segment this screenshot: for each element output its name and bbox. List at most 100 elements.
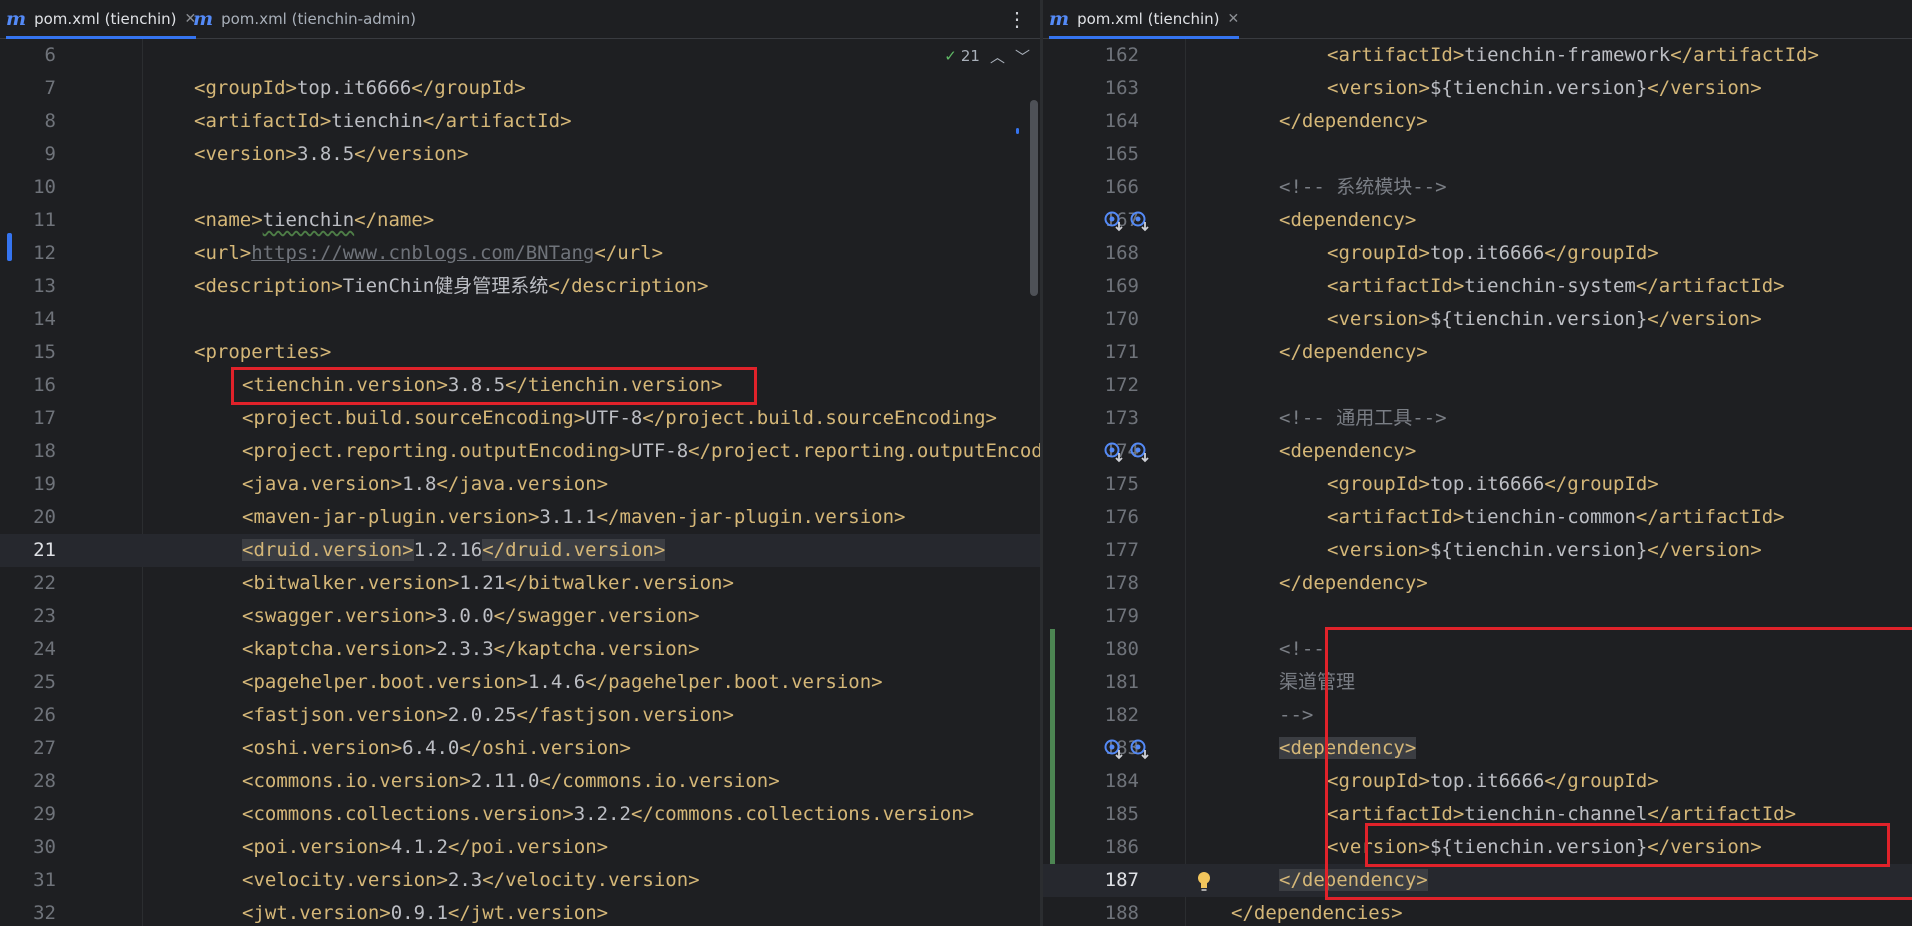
code-line[interactable]: 20 <maven-jar-plugin.version>3.1.1</maven… xyxy=(0,501,1040,534)
line-number[interactable]: 13 xyxy=(0,270,56,303)
code-line[interactable]: 188 </dependencies> xyxy=(1043,897,1912,926)
line-number[interactable]: 170 xyxy=(1083,303,1139,336)
code-line[interactable]: 164 </dependency> xyxy=(1043,105,1912,138)
line-number[interactable]: 165 xyxy=(1083,138,1139,171)
close-icon[interactable]: ✕ xyxy=(1228,11,1240,27)
line-number[interactable]: 22 xyxy=(0,567,56,600)
line-number[interactable]: 20 xyxy=(0,501,56,534)
line-number[interactable]: 10 xyxy=(0,171,56,204)
line-number[interactable]: 19 xyxy=(0,468,56,501)
line-number[interactable]: 17 xyxy=(0,402,56,435)
code-line[interactable]: 6 xyxy=(0,39,1040,72)
code-line[interactable]: 17 <project.build.sourceEncoding>UTF-8</p… xyxy=(0,402,1040,435)
line-number[interactable]: 173 xyxy=(1083,402,1139,435)
line-number[interactable]: 163 xyxy=(1083,72,1139,105)
navigate-to-module-icon[interactable] xyxy=(1129,441,1151,463)
line-number[interactable]: 28 xyxy=(0,765,56,798)
code-line[interactable]: 165 xyxy=(1043,138,1912,171)
line-number[interactable]: 182 xyxy=(1083,699,1139,732)
code-line[interactable]: 177 <version>${tienchin.version}</version… xyxy=(1043,534,1912,567)
code-line[interactable]: 10 xyxy=(0,171,1040,204)
line-number[interactable]: 179 xyxy=(1083,600,1139,633)
code-line[interactable]: 168 <groupId>top.it6666</groupId> xyxy=(1043,237,1912,270)
line-number[interactable]: 30 xyxy=(0,831,56,864)
line-number[interactable]: 177 xyxy=(1083,534,1139,567)
code-line[interactable]: 21 <druid.version>1.2.16</druid.version> xyxy=(0,534,1040,567)
code-line[interactable]: 19 <java.version>1.8</java.version> xyxy=(0,468,1040,501)
line-number[interactable]: 186 xyxy=(1083,831,1139,864)
line-number[interactable]: 8 xyxy=(0,105,56,138)
line-number[interactable]: 6 xyxy=(0,39,56,72)
code-line[interactable]: 8 <artifactId>tienchin</artifactId> xyxy=(0,105,1040,138)
code-line[interactable]: 26 <fastjson.version>2.0.25</fastjson.ver… xyxy=(0,699,1040,732)
tab-pom-tienchin-admin[interactable]: m pom.xml (tienchin-admin) xyxy=(193,0,416,38)
code-line[interactable]: 172 xyxy=(1043,369,1912,402)
code-line[interactable]: 31 <velocity.version>2.3</velocity.versio… xyxy=(0,864,1040,897)
code-line[interactable]: 30 <poi.version>4.1.2</poi.version> xyxy=(0,831,1040,864)
code-line[interactable]: 178 </dependency> xyxy=(1043,567,1912,600)
line-number[interactable]: 164 xyxy=(1083,105,1139,138)
code-line[interactable]: 7 <groupId>top.it6666</groupId> xyxy=(0,72,1040,105)
navigate-to-module-icon[interactable] xyxy=(1129,210,1151,232)
code-line[interactable]: 28 <commons.io.version>2.11.0</commons.io… xyxy=(0,765,1040,798)
line-number[interactable]: 21 xyxy=(0,534,56,567)
code-line[interactable]: 18 <project.reporting.outputEncoding>UTF-… xyxy=(0,435,1040,468)
line-number[interactable]: 29 xyxy=(0,798,56,831)
line-number[interactable]: 11 xyxy=(0,204,56,237)
code-line[interactable]: 167 <dependency> xyxy=(1043,204,1912,237)
line-number[interactable]: 185 xyxy=(1083,798,1139,831)
code-line[interactable]: 170 <version>${tienchin.version}</version… xyxy=(1043,303,1912,336)
code-line[interactable]: 15 <properties> xyxy=(0,336,1040,369)
line-number[interactable]: 23 xyxy=(0,600,56,633)
code-line[interactable]: 176 <artifactId>tienchin-common</artifact… xyxy=(1043,501,1912,534)
code-line[interactable]: 13 <description>TienChin健身管理系统</descripti… xyxy=(0,270,1040,303)
more-options-icon[interactable]: ⋮ xyxy=(1006,0,1028,38)
line-number[interactable]: 187 xyxy=(1083,864,1139,897)
line-number[interactable]: 168 xyxy=(1083,237,1139,270)
line-number[interactable]: 178 xyxy=(1083,567,1139,600)
line-number[interactable]: 18 xyxy=(0,435,56,468)
left-code-editor[interactable]: 6 7 <groupId>top.it6666</groupId> 8 <artifac… xyxy=(0,39,1040,926)
code-line[interactable]: 22 <bitwalker.version>1.21</bitwalker.ver… xyxy=(0,567,1040,600)
line-number[interactable]: 176 xyxy=(1083,501,1139,534)
line-number[interactable]: 31 xyxy=(0,864,56,897)
code-line[interactable]: 27 <oshi.version>6.4.0</oshi.version> xyxy=(0,732,1040,765)
navigate-to-module-icon[interactable] xyxy=(1129,738,1151,760)
code-line[interactable]: 166 <!-- 系统模块--> xyxy=(1043,171,1912,204)
code-line[interactable]: 32 <jwt.version>0.9.1</jwt.version> xyxy=(0,897,1040,926)
line-number[interactable]: 184 xyxy=(1083,765,1139,798)
line-number[interactable]: 9 xyxy=(0,138,56,171)
line-number[interactable]: 14 xyxy=(0,303,56,336)
line-number[interactable]: 188 xyxy=(1083,897,1139,926)
line-number[interactable]: 15 xyxy=(0,336,56,369)
code-line[interactable]: 23 <swagger.version>3.0.0</swagger.versio… xyxy=(0,600,1040,633)
line-number[interactable]: 12 xyxy=(0,237,56,270)
line-number[interactable]: 162 xyxy=(1083,39,1139,72)
line-number[interactable]: 32 xyxy=(0,897,56,926)
line-number[interactable]: 171 xyxy=(1083,336,1139,369)
line-number[interactable]: 16 xyxy=(0,369,56,402)
code-line[interactable]: 14 xyxy=(0,303,1040,336)
navigate-to-module-icon[interactable] xyxy=(1103,441,1125,463)
code-line[interactable]: 162 <artifactId>tienchin-framework</artif… xyxy=(1043,39,1912,72)
code-line[interactable]: 175 <groupId>top.it6666</groupId> xyxy=(1043,468,1912,501)
line-number[interactable]: 172 xyxy=(1083,369,1139,402)
code-line[interactable]: 11 <name>tienchin</name> xyxy=(0,204,1040,237)
code-line[interactable]: 174 <dependency> xyxy=(1043,435,1912,468)
line-number[interactable]: 180 xyxy=(1083,633,1139,666)
code-line[interactable]: 169 <artifactId>tienchin-system</artifact… xyxy=(1043,270,1912,303)
line-number[interactable]: 166 xyxy=(1083,171,1139,204)
line-number[interactable]: 25 xyxy=(0,666,56,699)
tab-pom-tienchin-right[interactable]: m pom.xml (tienchin) ✕ xyxy=(1049,0,1240,39)
code-line[interactable]: 29 <commons.collections.version>3.2.2</co… xyxy=(0,798,1040,831)
line-number[interactable]: 7 xyxy=(0,72,56,105)
code-line[interactable]: 12 <url>https://www.cnblogs.com/BNTang</u… xyxy=(0,237,1040,270)
code-line[interactable]: 171 </dependency> xyxy=(1043,336,1912,369)
navigate-to-module-icon[interactable] xyxy=(1103,210,1125,232)
code-line[interactable]: 9 <version>3.8.5</version> xyxy=(0,138,1040,171)
lightbulb-icon[interactable] xyxy=(1195,864,1213,897)
code-line[interactable]: 163 <version>${tienchin.version}</version… xyxy=(1043,72,1912,105)
line-number[interactable]: 27 xyxy=(0,732,56,765)
line-number[interactable]: 26 xyxy=(0,699,56,732)
line-number[interactable]: 169 xyxy=(1083,270,1139,303)
